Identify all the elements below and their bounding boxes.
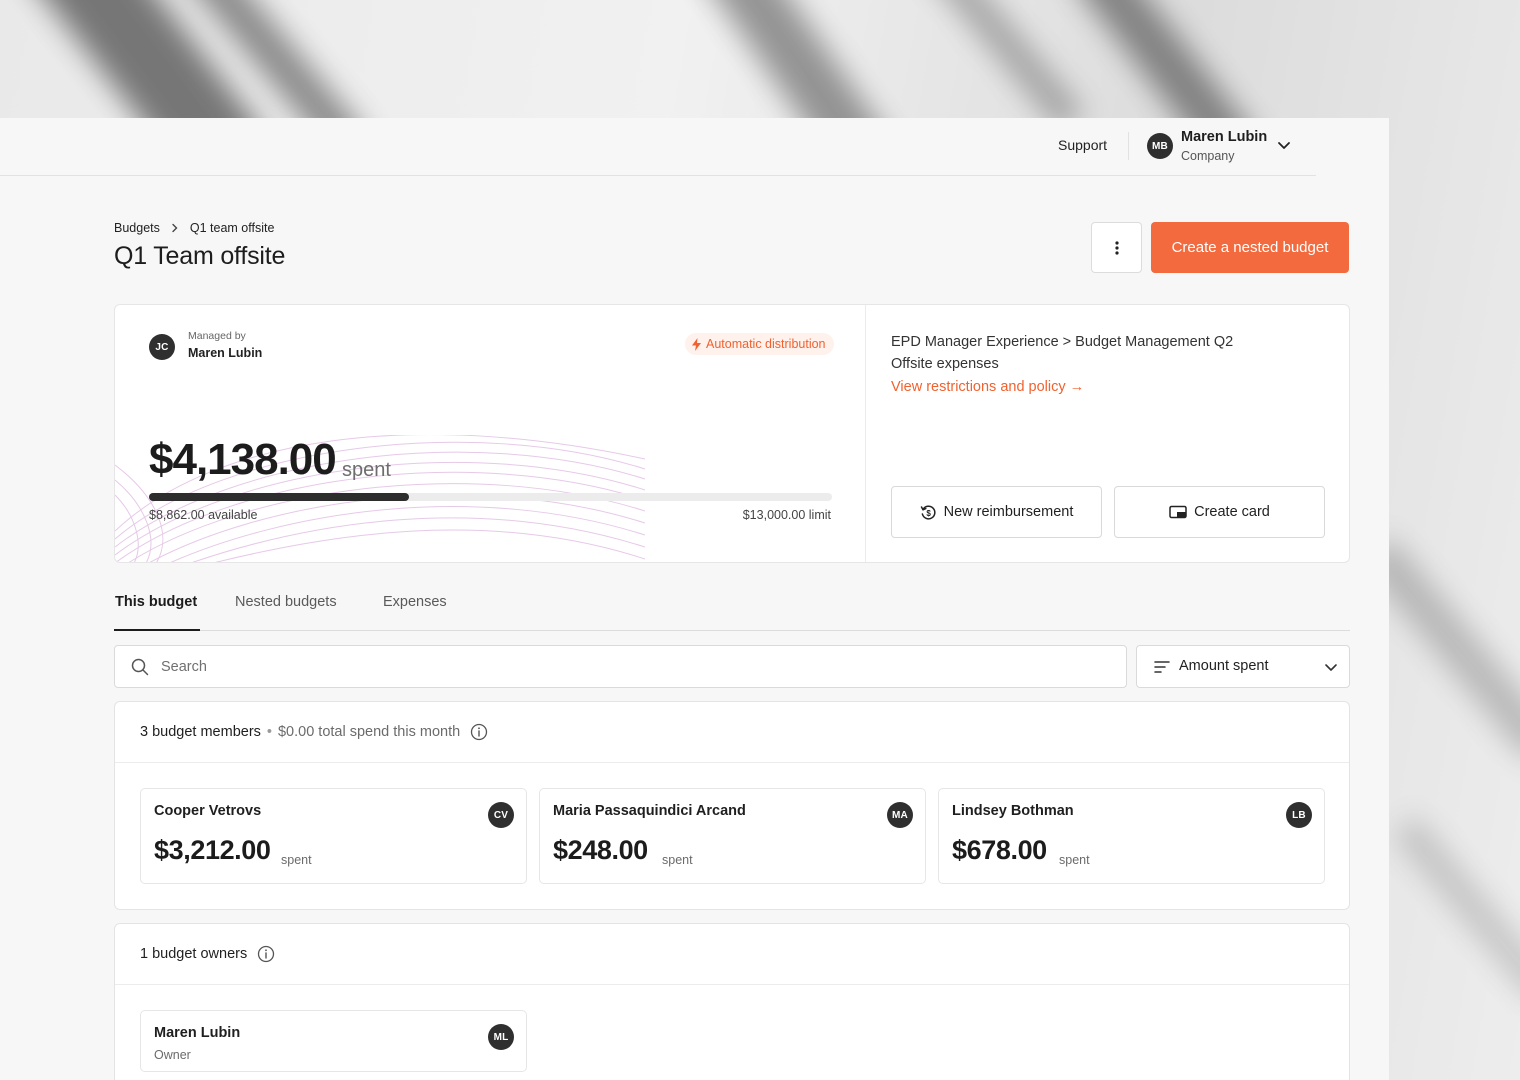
member-avatar: CV: [488, 802, 514, 828]
member-spent-amount: $248.00: [553, 835, 648, 865]
member-spent-amount: $678.00: [952, 835, 1047, 865]
create-nested-budget-button[interactable]: Create a nested budget: [1151, 222, 1349, 273]
member-spent-label: spent: [1059, 853, 1090, 867]
tab-this-budget[interactable]: This budget: [115, 594, 197, 626]
manager-name: Maren Lubin: [188, 346, 263, 360]
member-name: Maria Passaquindici Arcand: [553, 803, 746, 819]
budget-category: Offsite expenses: [891, 356, 999, 372]
create-card-button[interactable]: Create card: [1114, 486, 1325, 538]
member-spent-label: spent: [281, 853, 312, 867]
budget-summary-card: JC Managed by Maren Lubin Automatic dist…: [114, 304, 1350, 563]
search-input[interactable]: [161, 646, 1111, 687]
members-title: 3 budget members • $0.00 total spend thi…: [140, 723, 488, 741]
new-reimbursement-label: New reimbursement: [943, 504, 1074, 520]
owner-role: Owner: [154, 1048, 191, 1062]
budget-progress-bar: [149, 493, 832, 501]
members-spend-summary: $0.00 total spend this month: [277, 724, 461, 740]
info-icon[interactable]: [257, 945, 275, 963]
more-options-button[interactable]: [1091, 222, 1142, 273]
separator-dot: •: [266, 724, 272, 740]
member-name: Lindsey Bothman: [952, 803, 1074, 819]
chevron-right-icon: [172, 223, 178, 233]
svg-text:$: $: [926, 509, 931, 518]
create-card-label: Create card: [1194, 504, 1270, 520]
search-box: [114, 645, 1127, 688]
breadcrumb-current: Q1 team offsite: [189, 221, 275, 235]
member-avatar: LB: [1286, 802, 1312, 828]
budget-hierarchy: EPD Manager Experience > Budget Manageme…: [891, 334, 1234, 350]
breadcrumb: Budgets Q1 team offsite: [114, 221, 274, 235]
member-card[interactable]: Lindsey Bothman LB $678.00 spent: [938, 788, 1325, 884]
limit-amount: $13,000.00 limit: [742, 508, 831, 522]
user-avatar[interactable]: MB: [1147, 133, 1173, 159]
sort-lines-icon: [1154, 661, 1170, 673]
owner-name: Maren Lubin: [154, 1025, 241, 1041]
members-header: 3 budget members • $0.00 total spend thi…: [115, 702, 1349, 763]
available-amount: $8,862.00 available: [149, 508, 258, 522]
active-tab-indicator: [114, 629, 200, 631]
chevron-down-icon[interactable]: [1276, 137, 1292, 153]
spend-overview: JC Managed by Maren Lubin Automatic dist…: [115, 305, 866, 562]
user-company: Company: [1181, 149, 1235, 163]
member-name: Cooper Vetrovs: [154, 803, 262, 819]
spent-label: spent: [342, 459, 391, 481]
managed-by-label: Managed by: [188, 330, 246, 342]
reimbursement-icon: $: [920, 505, 936, 520]
app-window: Support MB Maren Lubin Company Budgets Q…: [0, 118, 1389, 1080]
page-title: Q1 Team offsite: [114, 242, 286, 270]
vertical-dots-icon: [1114, 240, 1119, 255]
owner-avatar: ML: [488, 1024, 514, 1050]
budget-owners-panel: 1 budget owners Maren Lubin ML Owner: [114, 923, 1350, 1080]
member-card[interactable]: Cooper Vetrovs CV $3,212.00 spent: [140, 788, 527, 884]
owners-title: 1 budget owners: [140, 945, 275, 963]
breadcrumb-budgets[interactable]: Budgets: [114, 221, 160, 235]
user-name[interactable]: Maren Lubin: [1181, 129, 1267, 145]
tab-nested-budgets[interactable]: Nested budgets: [235, 594, 337, 626]
member-spent-label: spent: [662, 853, 693, 867]
owners-count: 1 budget owners: [140, 946, 248, 962]
chevron-down-icon: [1325, 664, 1337, 671]
automatic-distribution-badge: Automatic distribution: [685, 333, 834, 355]
tab-expenses[interactable]: Expenses: [383, 594, 447, 626]
member-avatar: MA: [887, 802, 913, 828]
member-spent-amount: $3,212.00: [154, 835, 271, 865]
budget-path: EPD Manager Experience > Budget Manageme…: [891, 331, 1233, 375]
manager-avatar: JC: [149, 334, 175, 360]
budget-progress-fill: [149, 493, 409, 501]
divider: [1128, 132, 1129, 160]
tab-bar: This budget Nested budgets Expenses: [114, 584, 1350, 631]
info-icon[interactable]: [470, 723, 488, 741]
badge-label: Automatic distribution: [706, 337, 826, 351]
search-icon: [131, 658, 149, 676]
view-restrictions-link[interactable]: View restrictions and policy →: [891, 379, 1084, 395]
new-reimbursement-button[interactable]: $ New reimbursement: [891, 486, 1102, 538]
budget-members-panel: 3 budget members • $0.00 total spend thi…: [114, 701, 1350, 910]
member-card[interactable]: Maria Passaquindici Arcand MA $248.00 sp…: [539, 788, 926, 884]
lightning-icon: [692, 337, 701, 351]
members-count: 3 budget members: [140, 724, 261, 740]
card-icon: [1169, 505, 1187, 519]
sort-label: Amount spent: [1179, 658, 1269, 674]
owners-header: 1 budget owners: [115, 924, 1349, 985]
top-bar: Support MB Maren Lubin Company: [0, 118, 1316, 176]
spent-amount: $4,138.00: [149, 435, 337, 484]
owner-card[interactable]: Maren Lubin ML Owner: [140, 1010, 527, 1072]
support-link[interactable]: Support: [1058, 137, 1107, 153]
sort-dropdown[interactable]: Amount spent: [1136, 645, 1350, 688]
